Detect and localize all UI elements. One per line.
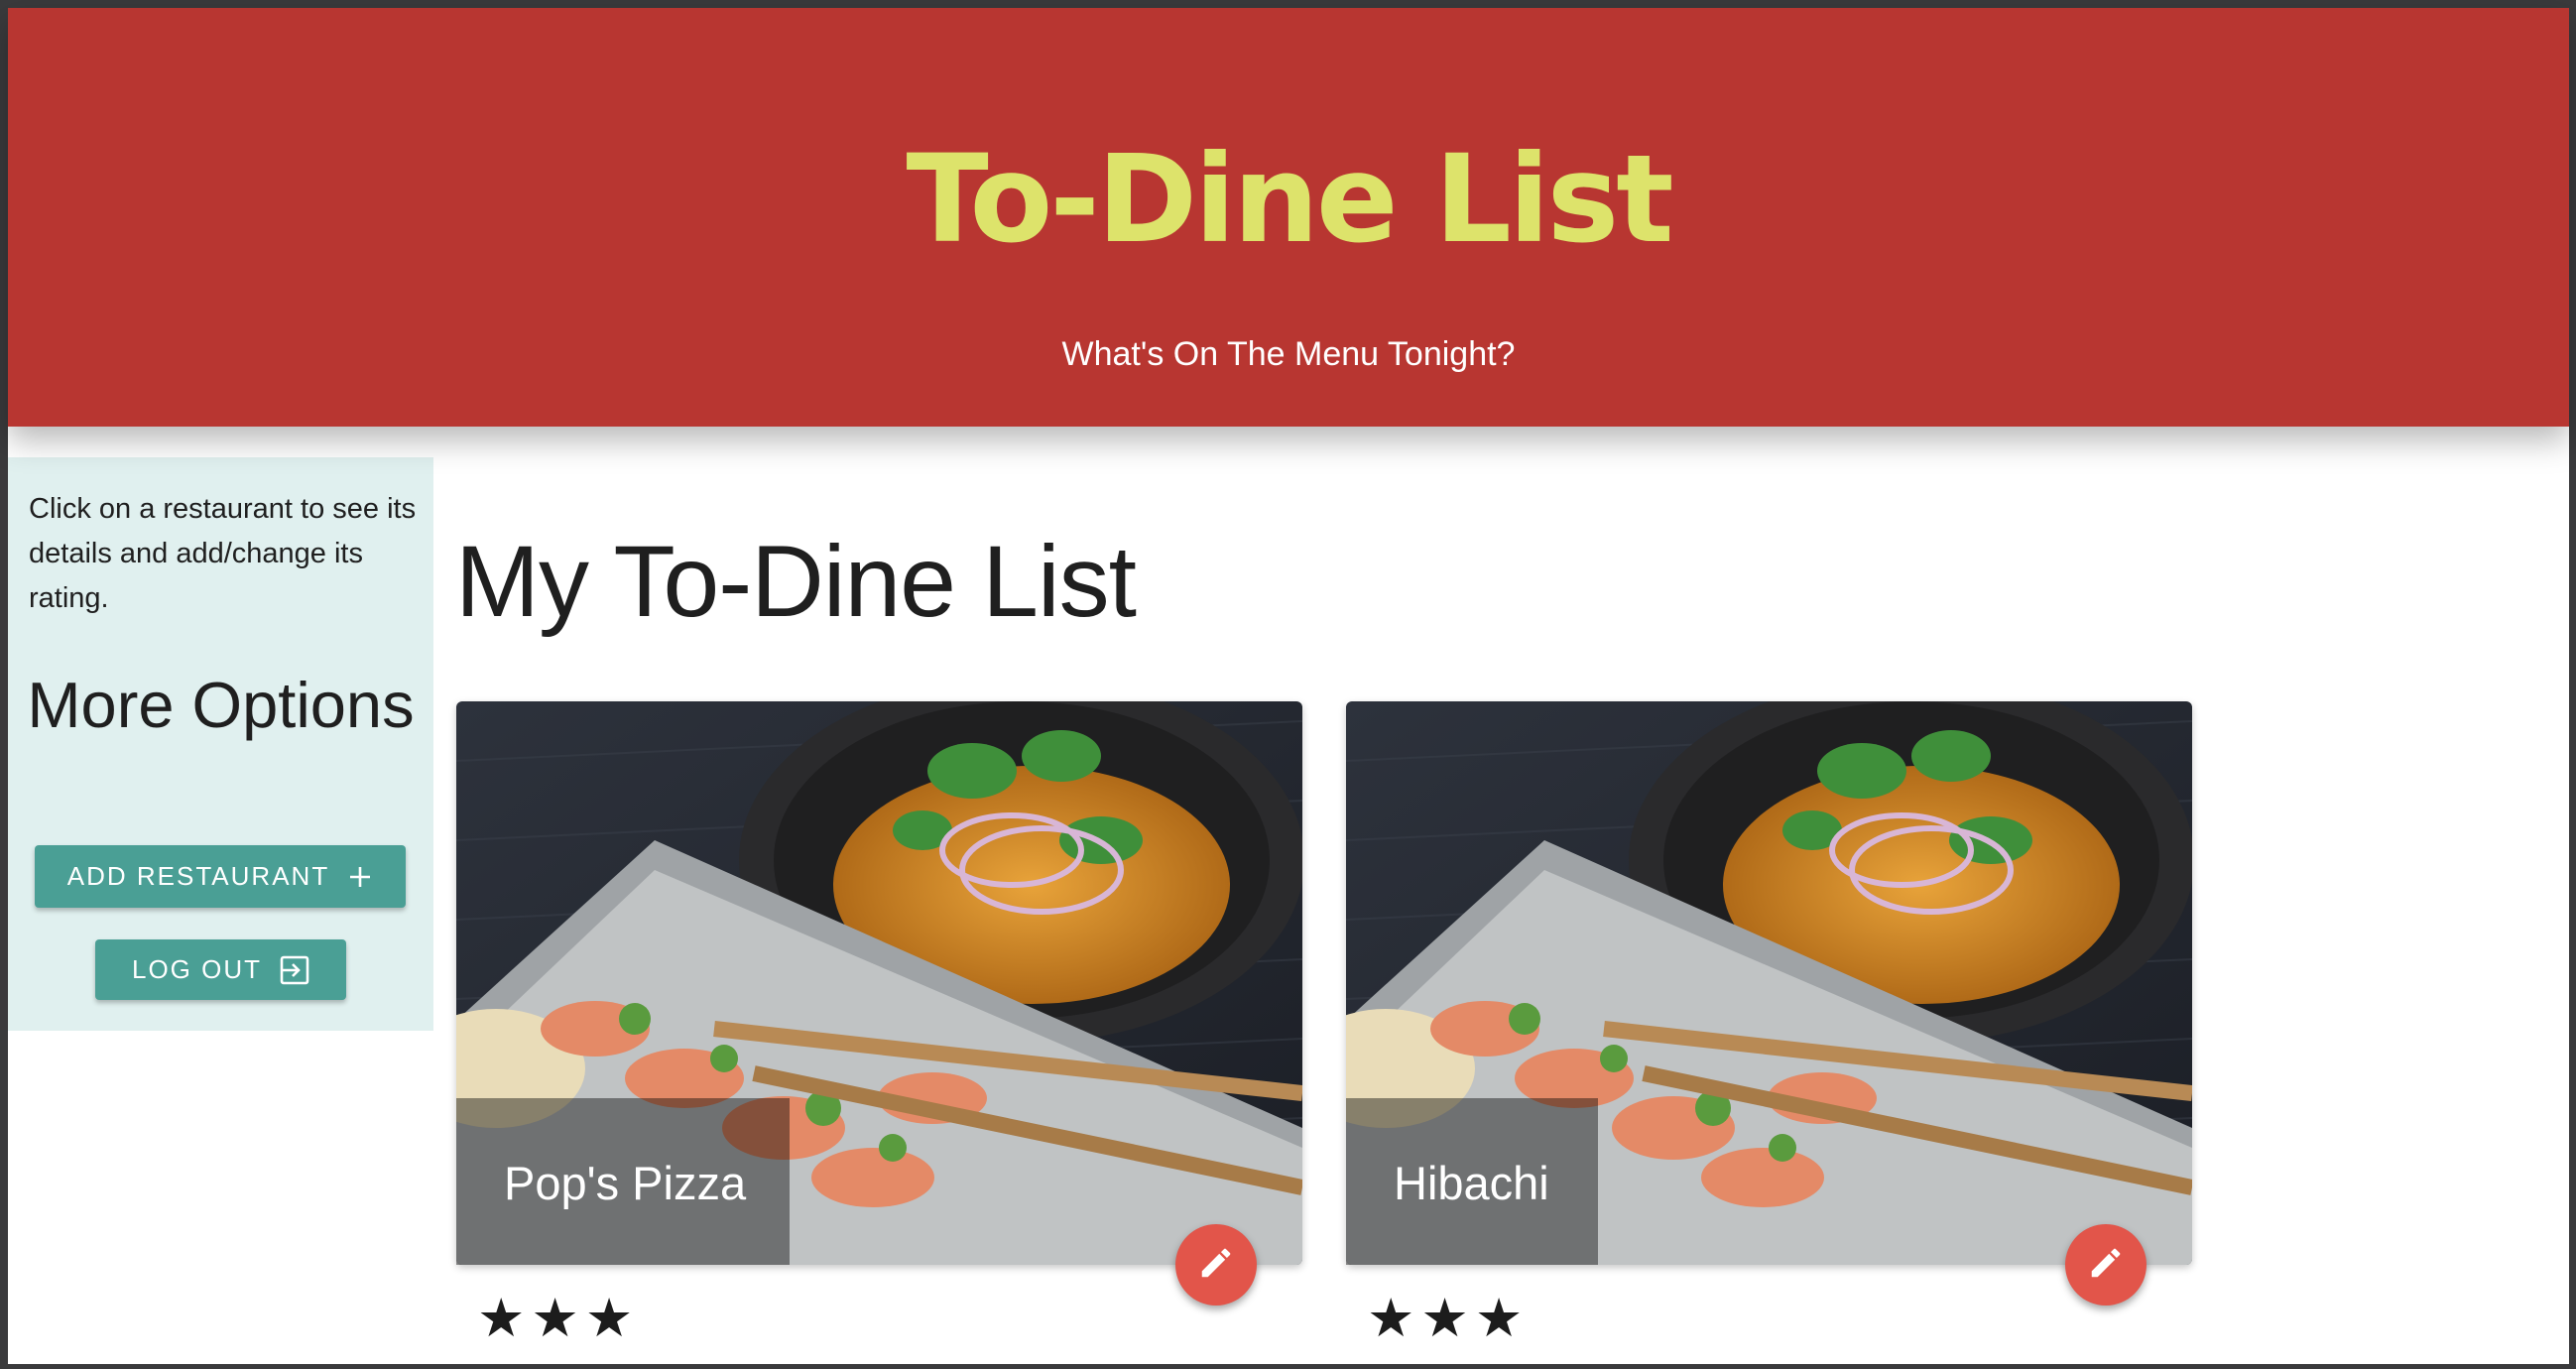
restaurant-card[interactable]: Hibachi [1346,701,2192,1306]
sidebar: Click on a restaurant to see its details… [8,457,433,1031]
logout-label: LOG OUT [131,954,262,984]
star-icon[interactable]: ★ [1367,1292,1414,1345]
window-frame-right [2569,0,2576,1369]
help-text: Click on a restaurant to see its details… [29,493,417,614]
pencil-icon [2087,1244,2125,1287]
plus-icon [347,864,373,890]
star-icon[interactable]: ★ [1420,1292,1468,1345]
star-icon[interactable]: ★ [477,1292,525,1345]
rating-stars[interactable]: ★ ★ ★ [477,1292,633,1345]
restaurant-card[interactable]: Pop's Pizza [456,701,1302,1306]
edit-button[interactable] [1175,1224,1257,1306]
rating-stars[interactable]: ★ ★ ★ [1367,1292,1523,1345]
add-restaurant-button[interactable]: ADD RESTAURANT [35,845,406,908]
window-frame-bottom [0,1364,2576,1369]
logout-button[interactable]: LOG OUT [95,939,346,1000]
add-restaurant-label: ADD RESTAURANT [66,861,330,891]
app-subtitle: What's On The Menu Tonight? [1061,335,1516,373]
sidebar-heading: More Options [27,669,415,741]
logout-icon [280,955,309,985]
window-frame-top [0,0,2576,8]
page-title: My To-Dine List [455,525,1137,638]
edit-button[interactable] [2065,1224,2147,1306]
app-title: To-Dine List [906,129,1673,270]
star-icon[interactable]: ★ [531,1292,578,1345]
restaurant-name: Hibachi [1394,1157,1549,1209]
restaurant-name: Pop's Pizza [504,1157,747,1209]
app-header: To-Dine List What's On The Menu Tonight? [8,8,2569,427]
star-icon[interactable]: ★ [585,1292,633,1345]
star-icon[interactable]: ★ [1475,1292,1523,1345]
pencil-icon [1197,1244,1235,1287]
window-frame-left [0,0,8,1369]
